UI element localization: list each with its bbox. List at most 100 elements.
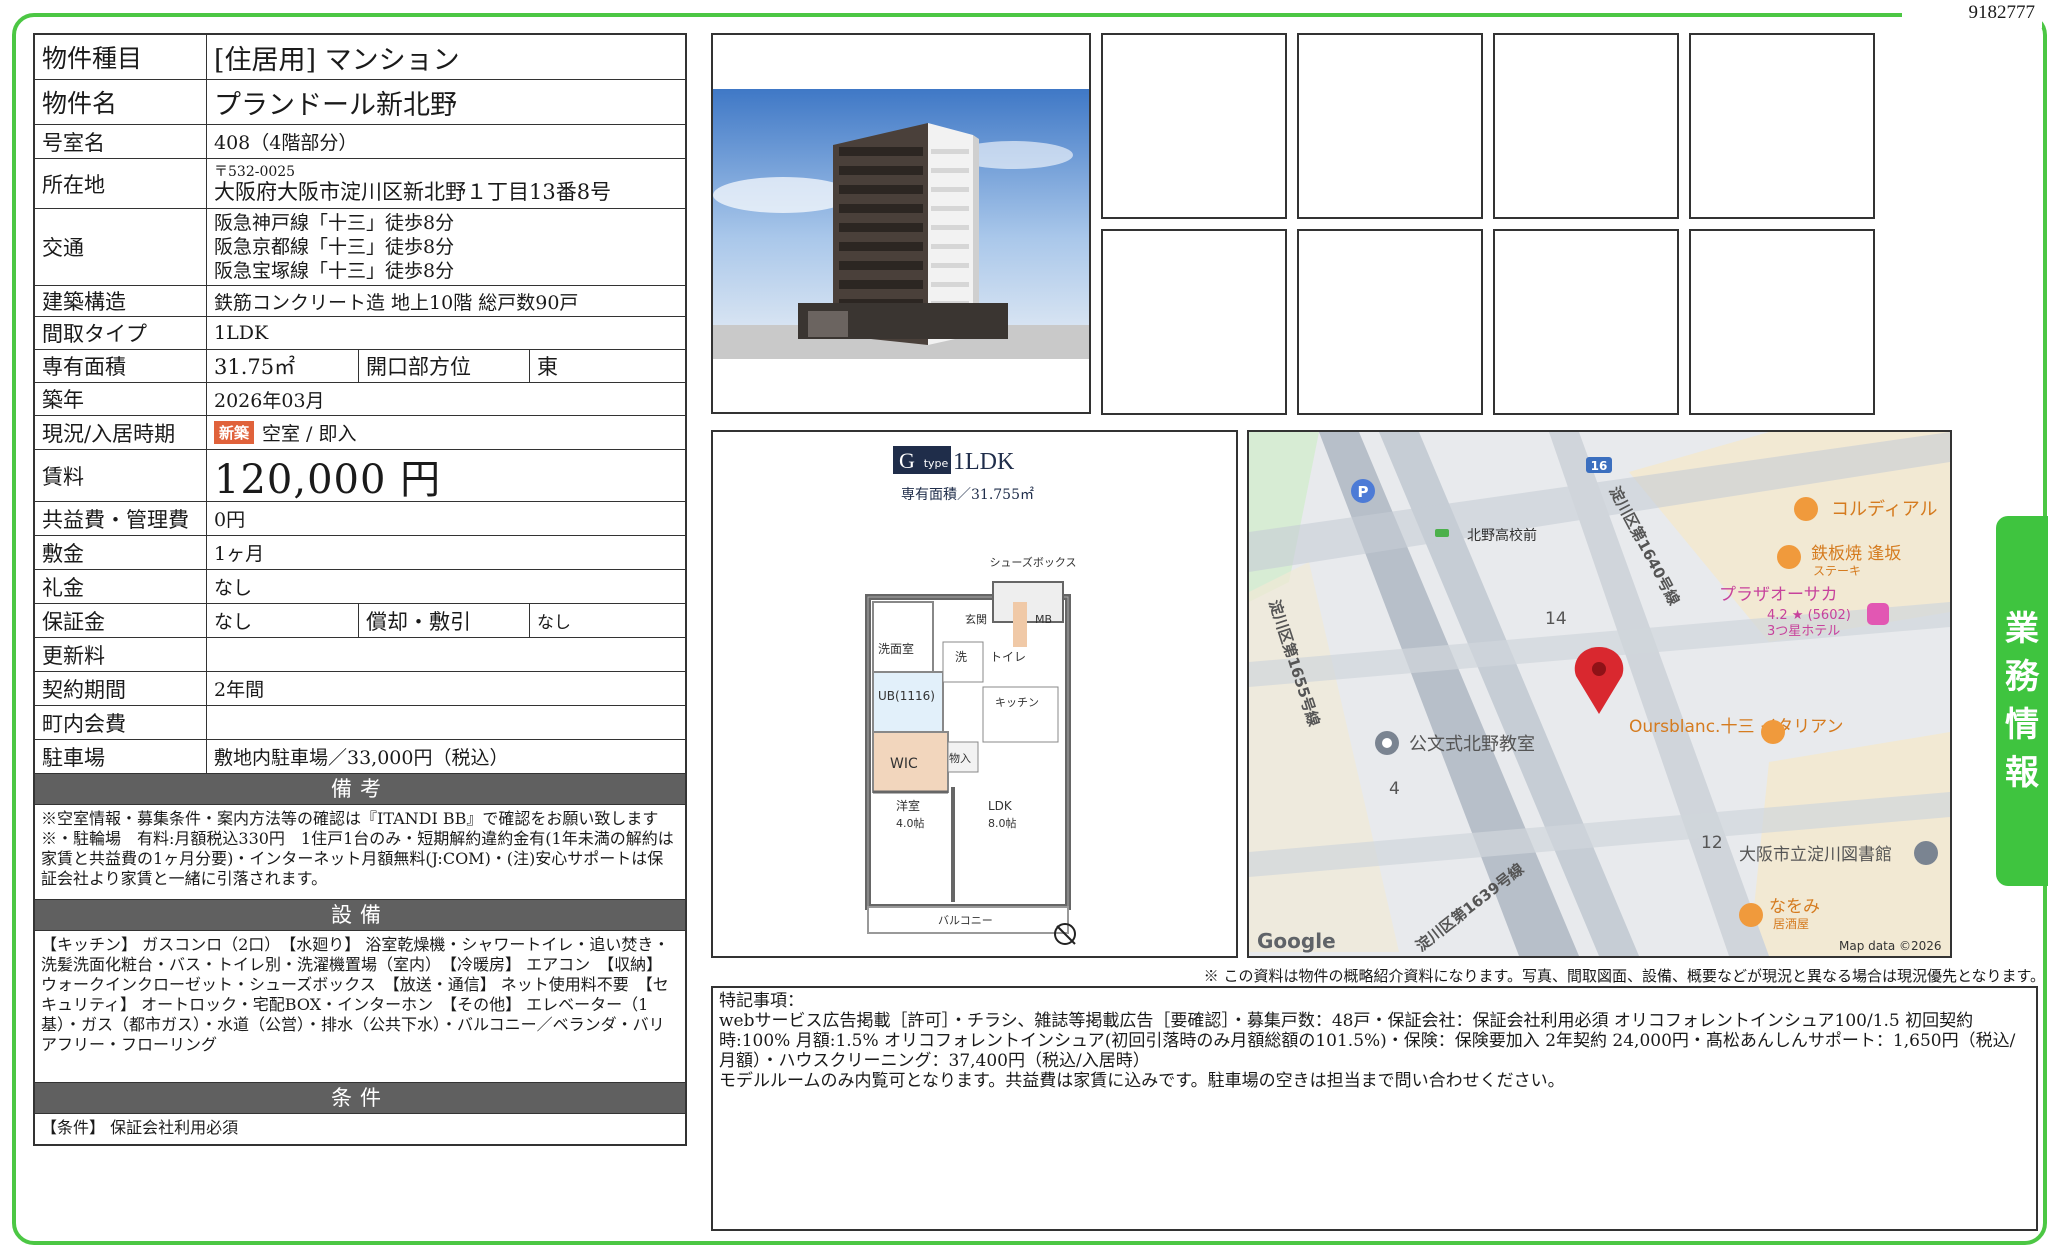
restaurant-icon	[1794, 497, 1818, 521]
row-town-fee: 町内会費	[35, 706, 685, 740]
status-text: 空室 / 即入	[262, 423, 357, 445]
building-balcony-row	[931, 263, 969, 268]
remarks-header: 備考	[35, 774, 685, 805]
photo-thumbnail[interactable]	[1297, 229, 1483, 415]
poi-hotel-sub: 3つ星ホテル	[1767, 624, 1840, 639]
building-window-row	[839, 166, 923, 175]
poi-kumon: 公文式北野教室	[1409, 734, 1535, 755]
label-structure: 建築構造	[35, 286, 207, 316]
notes-line-2: モデルルームのみ内覧可となります。共益費は家賃に込みです。駐車場の空きは担当まで…	[719, 1071, 1565, 1091]
room-ldk: LDK	[988, 799, 1013, 813]
row-address: 所在地 〒532-0025 大阪府大阪市淀川区新北野１丁目13番8号	[35, 159, 685, 209]
row-transit: 交通 阪急神戸線「十三」徒歩8分 阪急京都線「十三」徒歩8分 阪急宝塚線「十三」…	[35, 209, 685, 286]
photo-thumbnail[interactable]	[1101, 229, 1287, 415]
value-address: 〒532-0025 大阪府大阪市淀川区新北野１丁目13番8号	[207, 159, 685, 208]
side-tab-char: 報	[2005, 753, 2039, 793]
poi-teppanyaki: 鉄板焼 逢坂	[1811, 544, 1901, 564]
side-tab-char: 務	[2005, 657, 2039, 697]
building-window-row	[839, 223, 923, 232]
postal-code: 〒532-0025	[214, 163, 296, 180]
document-id: 9182777	[1968, 2, 2036, 23]
value-area: 31.75㎡	[207, 350, 359, 382]
restaurant-icon	[1777, 545, 1801, 569]
building-balcony-row	[931, 282, 969, 287]
floor-plan[interactable]: G type 1LDK 専有面積／31.755㎡ シューズボックス 玄関 MB …	[711, 430, 1238, 958]
building-balcony-row	[931, 225, 969, 230]
transit-line: 阪急京都線「十三」徒歩8分	[214, 236, 455, 258]
row-key-money: 礼金 なし	[35, 570, 685, 604]
row-structure: 建築構造 鉄筋コンクリート造 地上10階 総戸数90戸	[35, 286, 685, 317]
photo-thumbnail[interactable]	[1297, 33, 1483, 219]
poi-teppanyaki-sub: ステーキ	[1813, 564, 1861, 578]
row-parking: 駐車場 敷地内駐車場／33,000円（税込）	[35, 740, 685, 774]
value-amortization: なし	[537, 613, 571, 633]
block-12: 12	[1701, 833, 1723, 853]
value-town-fee	[207, 706, 685, 739]
photo-thumbnail[interactable]	[1689, 33, 1875, 219]
special-notes: 特記事項： webサービス広告掲載［許可］・チラシ、雑誌等掲載広告［要確認］・募…	[711, 986, 2038, 1231]
label-key-money: 礼金	[35, 570, 207, 603]
location-map[interactable]: P 16 北野高校前 淀川区第1640号線 淀川区第1655号線 淀川区第163…	[1247, 430, 1952, 958]
type-name: 1LDK	[953, 449, 1015, 475]
photo-thumbnail[interactable]	[1493, 33, 1679, 219]
side-tab-char: 情	[2005, 705, 2039, 745]
value-renewal	[207, 638, 685, 671]
equipment-body: 【キッチン】 ガスコンロ（2口） 【水廻り】 浴室乾燥機・シャワートイレ・追い焚…	[35, 931, 685, 1083]
row-guarantee: 保証金 なし 償却・敷引 なし	[35, 604, 685, 638]
value-status: 新築 空室 / 即入	[207, 416, 685, 449]
photo-thumbnail[interactable]	[1689, 229, 1875, 415]
label-renewal: 更新料	[35, 638, 207, 671]
row-contract: 契約期間 2年間	[35, 672, 685, 706]
room-ldk-size: 8.0帖	[988, 817, 1017, 830]
building-photo[interactable]	[711, 33, 1091, 414]
room-shoes-box: シューズボックス	[989, 555, 1076, 569]
floor-area: 専有面積／31.755㎡	[901, 487, 1034, 503]
business-info-tab[interactable]: 業務情報	[1996, 516, 2048, 886]
value-layout: 1LDK	[214, 322, 269, 344]
label-fee: 共益費・管理費	[35, 502, 207, 535]
label-status: 現況/入居時期	[35, 416, 207, 449]
row-renewal: 更新料	[35, 638, 685, 672]
row-built: 築年 2026年03月	[35, 383, 685, 416]
cafe-icon	[1761, 720, 1785, 744]
photo-thumbnail[interactable]	[1101, 33, 1287, 219]
property-table: 物件種目 [住居用] マンション 物件名 プランドール新北野 号室名 408（4…	[33, 33, 687, 1146]
photo-thumbnail[interactable]	[1493, 229, 1679, 415]
type-letter: G	[899, 448, 915, 473]
izakaya-icon	[1739, 903, 1763, 927]
room-kitchen: キッチン	[995, 696, 1039, 709]
poi-izakaya-sub: 居酒屋	[1773, 917, 1809, 931]
address-text: 大阪府大阪市淀川区新北野１丁目13番8号	[214, 179, 612, 204]
value-name: プランドール新北野	[214, 89, 457, 121]
room-balcony: バルコニー	[938, 914, 993, 927]
label-contract: 契約期間	[35, 672, 207, 705]
google-logo: Google	[1257, 929, 1336, 953]
room-toilet: トイレ	[990, 650, 1026, 664]
remarks-body: ※空室情報・募集条件・案内方法等の確認は『ITANDI BB』で確認をお願い致し…	[35, 805, 685, 900]
label-parking: 駐車場	[35, 740, 207, 773]
building-window-row	[839, 185, 923, 194]
label-orientation: 開口部方位	[359, 350, 530, 382]
building-window-row	[839, 242, 923, 251]
value-built: 2026年03月	[214, 389, 325, 412]
room-ub: UB(1116)	[878, 689, 935, 703]
row-deposit: 敷金 1ヶ月	[35, 536, 685, 570]
value-key-money: なし	[214, 577, 253, 599]
value-deposit: 1ヶ月	[214, 543, 265, 565]
map-canvas: P 16 北野高校前 淀川区第1640号線 淀川区第1655号線 淀川区第163…	[1249, 432, 1950, 956]
equipment-header: 設備	[35, 900, 685, 931]
poi-izakaya: なをみ	[1769, 897, 1820, 917]
value-rent: 120,000 円	[214, 456, 442, 503]
floor-plan-drawing: G type 1LDK 専有面積／31.755㎡ シューズボックス 玄関 MB …	[865, 446, 1077, 945]
poi-hotel: プラザオーサカ	[1719, 585, 1838, 605]
value-parking: 敷地内駐車場／33,000円（税込）	[214, 747, 509, 769]
disclaimer: ※ この資料は物件の概略紹介資料になります。写真、間取図面、設備、概要などが現況…	[1203, 967, 2045, 985]
room-storage: 物入	[949, 751, 971, 765]
poi-hotel-rating: 4.2 ★ (5602)	[1767, 608, 1851, 623]
row-status: 現況/入居時期 新築 空室 / 即入	[35, 416, 685, 450]
label-area: 専有面積	[35, 350, 207, 382]
route-number: 16	[1591, 459, 1608, 473]
label-amortization: 償却・敷引	[359, 604, 530, 637]
building-balcony-row	[931, 206, 969, 211]
row-room: 号室名 408（4階部分）	[35, 125, 685, 159]
